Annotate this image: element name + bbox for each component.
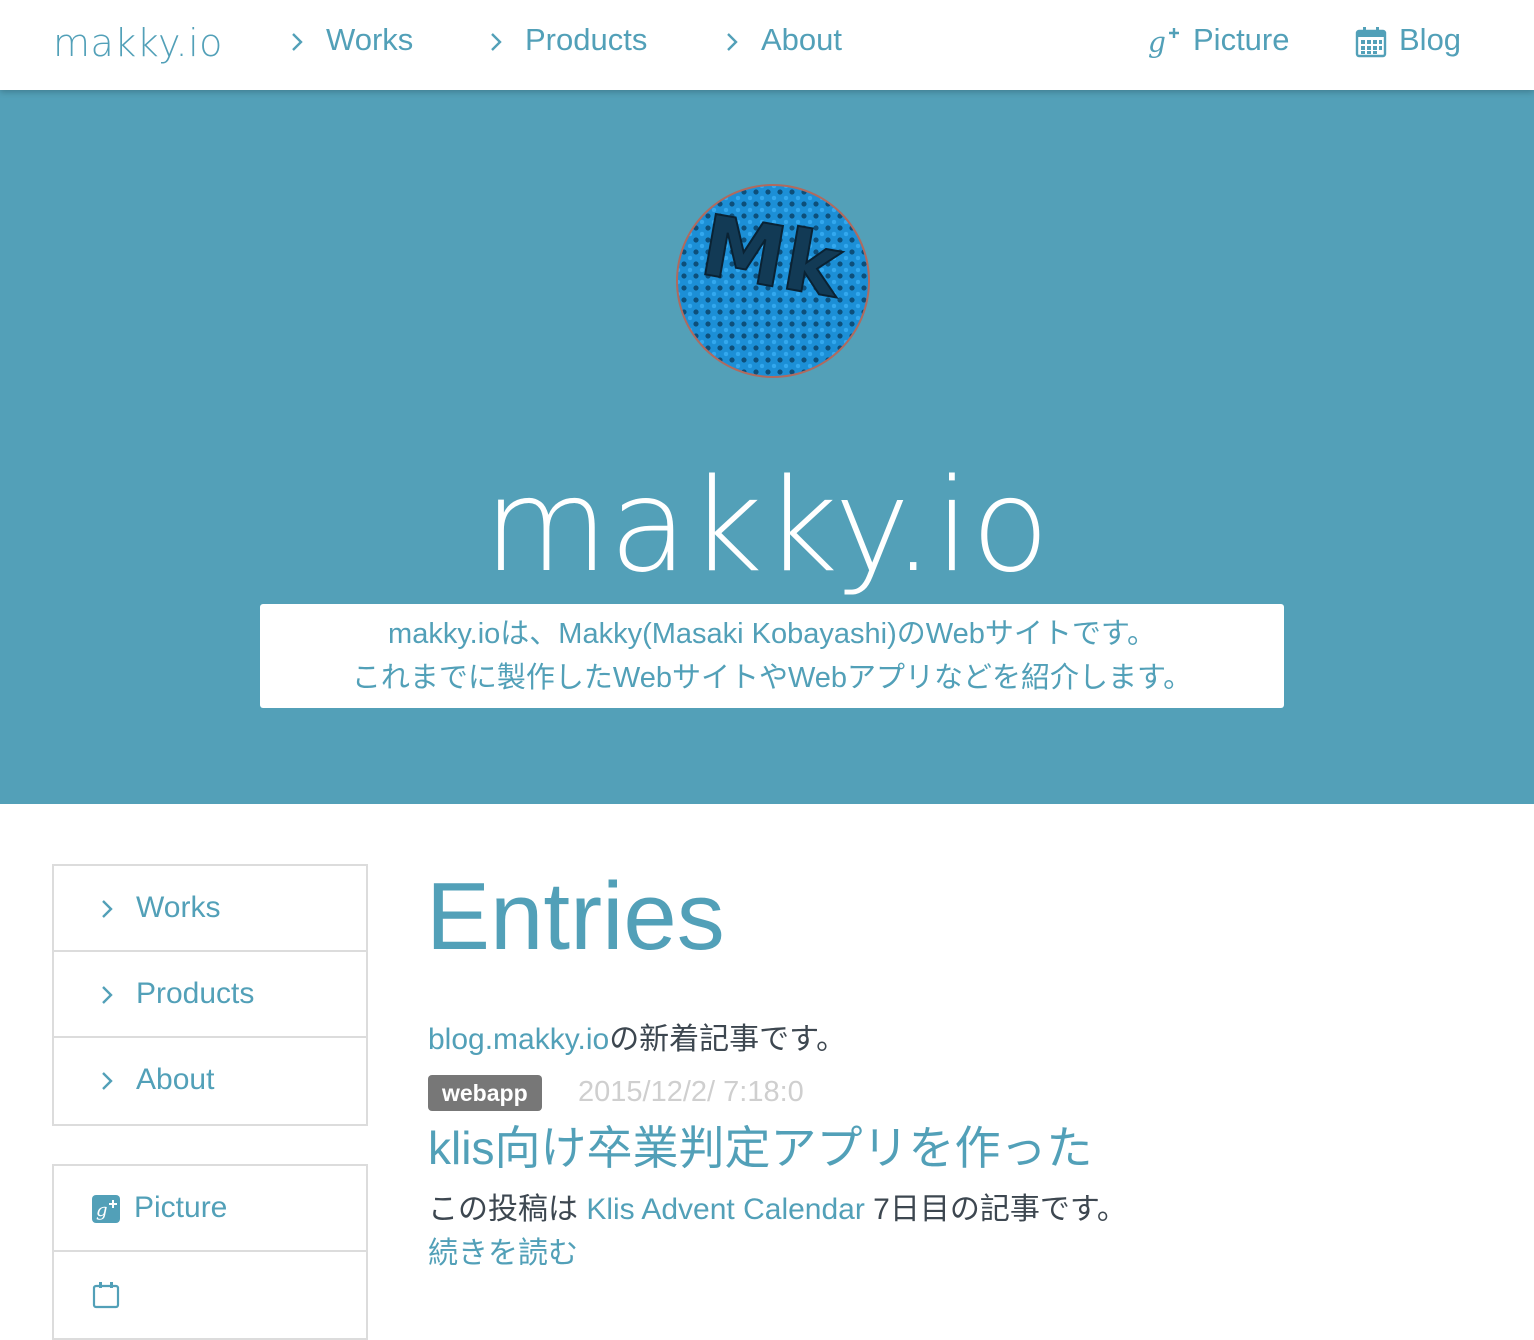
entries-intro: blog.makky.ioの新着記事です。 <box>428 1018 846 1062</box>
hero-banner: Mk makky.io makky.ioは、Makky(Masaki Kobay… <box>0 90 1534 804</box>
read-more-link[interactable]: 続きを読む <box>428 1232 578 1276</box>
avatar: Mk <box>678 186 868 376</box>
hero-description-line: makky.ioは、Makky(Masaki Kobayashi)のWebサイト… <box>388 618 1156 650</box>
nav-link-about[interactable]: About <box>723 20 842 60</box>
advent-calendar-link[interactable]: Klis Advent Calendar <box>586 1193 865 1226</box>
brand-logo-link[interactable]: makky.io <box>53 18 223 68</box>
hero-description: makky.ioは、Makky(Masaki Kobayashi)のWebサイト… <box>260 604 1284 708</box>
sidebar-item-about[interactable]: About <box>54 1038 366 1124</box>
nav-link-products[interactable]: Products <box>487 20 647 60</box>
sidebar-item-label: Products <box>136 977 255 1010</box>
blog-link[interactable]: blog.makky.io <box>428 1023 609 1056</box>
sidebar-external: g Picture <box>52 1164 368 1340</box>
avatar-monogram: Mk <box>694 196 850 317</box>
sidebar-item-label: About <box>136 1063 215 1096</box>
nav-link-label: Works <box>326 22 414 57</box>
page-title: Entries <box>426 863 725 970</box>
top-navbar: makky.io Works Products About g Picture <box>0 0 1534 90</box>
chevron-right-icon <box>98 898 122 920</box>
sidebar-item-picture[interactable]: g Picture <box>54 1166 366 1252</box>
nav-link-label: Products <box>525 22 648 57</box>
sidebar-item-label: Works <box>136 891 221 924</box>
calendar-icon <box>92 1281 120 1309</box>
chevron-right-icon <box>98 1070 122 1092</box>
chevron-right-icon <box>723 31 747 53</box>
sidebar-nav: Works Products About <box>52 864 368 1126</box>
sidebar-item-blog[interactable] <box>54 1252 366 1338</box>
chevron-right-icon <box>487 31 511 53</box>
nav-link-label: Blog <box>1399 22 1462 57</box>
nav-link-blog[interactable]: Blog <box>1355 20 1461 60</box>
chevron-right-icon <box>288 31 312 53</box>
sidebar-item-products[interactable]: Products <box>54 952 366 1038</box>
nav-link-works[interactable]: Works <box>288 20 413 60</box>
excerpt-text: この投稿は <box>428 1193 587 1226</box>
nav-link-label: Picture <box>1193 22 1290 57</box>
entry-date: 2015/12/2/ 7:18:0 <box>578 1076 804 1108</box>
sidebar-item-label: Picture <box>134 1191 228 1224</box>
category-tag[interactable]: webapp <box>428 1075 542 1111</box>
excerpt-text: 7日目の記事です。 <box>864 1193 1127 1226</box>
nav-link-picture[interactable]: g Picture <box>1147 20 1289 60</box>
google-plus-icon: g <box>1147 25 1181 59</box>
hero-description-line: これまでに製作したWebサイトやWebアプリなどを紹介します。 <box>351 662 1193 694</box>
entry-title-link[interactable]: klis向け卒業判定アプリを作った <box>428 1118 1092 1178</box>
intro-text: の新着記事です。 <box>609 1023 847 1056</box>
sidebar-item-works[interactable]: Works <box>54 866 366 952</box>
svg-text:g: g <box>96 1200 108 1221</box>
calendar-icon <box>1355 26 1387 58</box>
nav-link-label: About <box>761 22 843 57</box>
chevron-right-icon <box>98 984 122 1006</box>
hero-title: makky.io <box>483 452 1051 601</box>
entry-excerpt: この投稿は Klis Advent Calendar 7日目の記事です。 <box>428 1188 1127 1232</box>
google-plus-square-icon: g <box>92 1195 120 1224</box>
svg-text:g: g <box>1148 26 1166 59</box>
